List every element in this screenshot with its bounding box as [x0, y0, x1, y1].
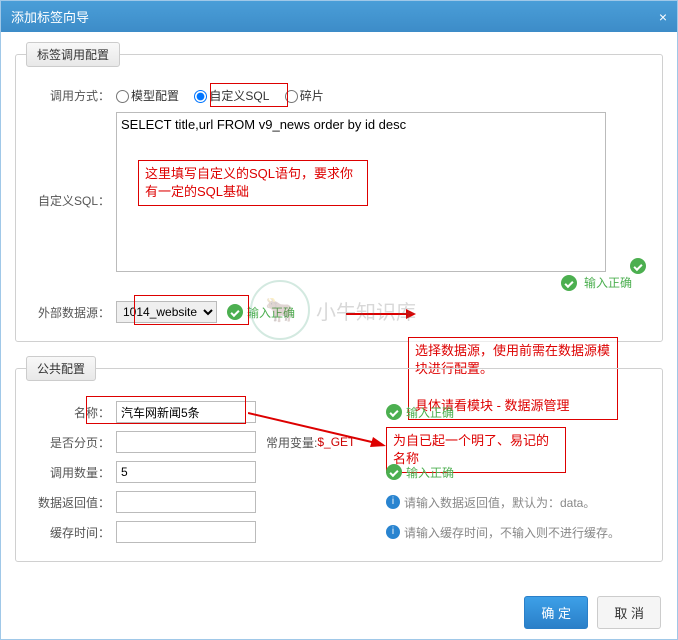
info-icon: i [386, 525, 400, 539]
dialog-titlebar: 添加标签向导 × [1, 1, 677, 32]
public-config-legend: 公共配置 [26, 356, 96, 381]
sql-label: 自定义SQL： [26, 112, 116, 209]
pagination-label: 是否分页： [26, 434, 116, 451]
ds-ok-text: 输入正确 [247, 304, 295, 321]
cancel-button[interactable]: 取 消 [597, 596, 661, 629]
mode-radio-fragment-input[interactable] [285, 90, 298, 103]
info-icon: i [386, 495, 400, 509]
tag-config-legend: 标签调用配置 [26, 42, 120, 67]
check-icon [386, 464, 402, 480]
count-input[interactable] [116, 461, 256, 483]
name-label: 名称： [26, 404, 116, 421]
datasource-select[interactable]: 1014_website [116, 301, 217, 323]
pagination-input[interactable] [116, 431, 256, 453]
mode-radio-sql[interactable]: 自定义SQL [194, 89, 269, 103]
cache-label: 缓存时间： [26, 524, 116, 541]
common-vars-label: 常用变量: [266, 434, 317, 451]
return-hint: 请输入数据返回值，默认为：data。 [404, 494, 595, 511]
mode-radio-sql-input[interactable] [194, 90, 207, 103]
check-icon [227, 304, 243, 320]
name-input[interactable] [116, 401, 256, 423]
cache-hint: 请输入缓存时间，不输入则不进行缓存。 [404, 524, 620, 541]
annotation-sql: 这里填写自定义的SQL语句，要求你有一定的SQL基础 [138, 160, 368, 206]
check-icon [630, 258, 646, 274]
arrow-icon [346, 307, 416, 321]
mode-radio-model[interactable]: 模型配置 [116, 89, 179, 103]
datasource-label: 外部数据源： [26, 304, 116, 321]
check-icon [561, 275, 577, 291]
return-input[interactable] [116, 491, 256, 513]
dialog-title: 添加标签向导 [11, 7, 89, 26]
close-icon[interactable]: × [659, 9, 667, 25]
return-label: 数据返回值： [26, 494, 116, 511]
name-ok-text: 输入正确 [406, 404, 454, 421]
tag-config-fieldset: 标签调用配置 调用方式： 模型配置 自定义SQL 碎片 自定义SQL： SELE… [15, 42, 663, 342]
dialog-footer: 确 定 取 消 [1, 586, 677, 639]
ok-button[interactable]: 确 定 [524, 596, 588, 629]
mode-radio-model-input[interactable] [116, 90, 129, 103]
mode-label: 调用方式： [26, 87, 116, 104]
count-ok-text: 输入正确 [406, 464, 454, 481]
mode-radio-fragment[interactable]: 碎片 [285, 89, 324, 103]
count-label: 调用数量： [26, 464, 116, 481]
common-vars-value: $_GET [317, 435, 355, 449]
cache-input[interactable] [116, 521, 256, 543]
check-icon [386, 404, 402, 420]
public-config-fieldset: 公共配置 名称： 输入正确 是否分页： 常用变量: $_GET 为自已起一个明了… [15, 356, 663, 562]
sql-ok-text: 输入正确 [584, 276, 632, 290]
